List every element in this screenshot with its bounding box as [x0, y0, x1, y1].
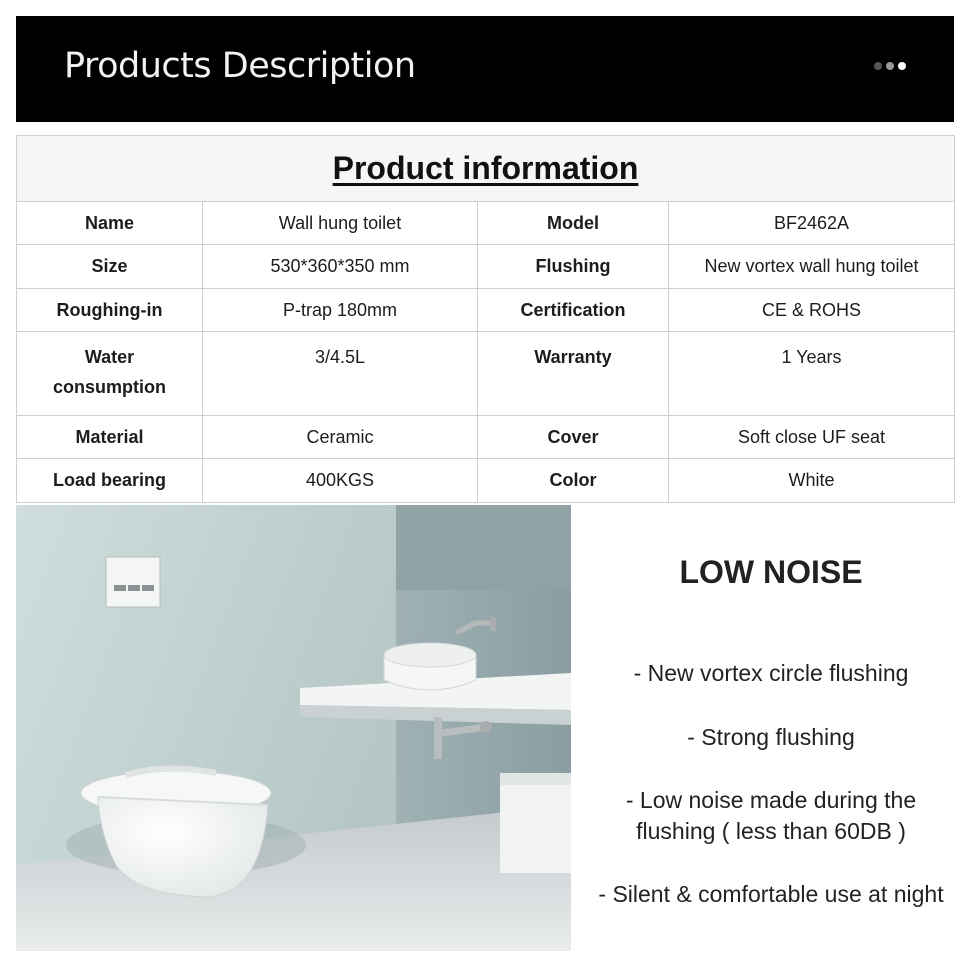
row-value: 400KGS: [202, 458, 478, 503]
row-label: Model: [477, 201, 669, 245]
row-label: Load bearing: [16, 458, 203, 503]
row-label: Name: [16, 201, 203, 245]
row-value: New vortex wall hung toilet: [667, 244, 956, 289]
products-description-banner: Products Description: [16, 16, 954, 122]
feature-item: - Silent & comfortable use at night: [598, 881, 944, 907]
product-info-table: Product information Name Wall hung toile…: [15, 135, 956, 503]
row-value: CE & ROHS: [667, 288, 956, 332]
product-info-heading: Product information: [332, 150, 639, 186]
row-label: Color: [477, 458, 669, 503]
feature-title: LOW NOISE: [679, 554, 863, 590]
row-label: Flushing: [477, 244, 669, 289]
table-row: Size 530*360*350 mm Flushing New vortex …: [16, 244, 956, 289]
row-value: 530*360*350 mm: [202, 244, 478, 289]
dot-icon: [886, 62, 894, 70]
banner-title: Products Description: [64, 46, 416, 86]
bathroom-product-photo: [16, 505, 571, 951]
row-value: BF2462A: [667, 201, 956, 245]
row-label: Size: [16, 244, 203, 289]
low-noise-feature-panel: LOW NOISE - New vortex circle flushing -…: [588, 505, 954, 951]
toilet-photo-illustration: [16, 505, 571, 951]
row-label: Warranty: [477, 331, 669, 416]
row-value: Soft close UF seat: [667, 415, 956, 459]
feature-item: - Strong flushing: [687, 724, 855, 750]
dot-icon: [874, 62, 882, 70]
feature-item: - New vortex circle flushing: [633, 660, 909, 686]
table-row: Load bearing 400KGS Color White: [16, 458, 956, 503]
feature-item: - Low noise made during the flushing ( l…: [625, 787, 917, 844]
table-row: Material Ceramic Cover Soft close UF sea…: [16, 415, 956, 459]
table-heading-cell: Product information: [15, 135, 956, 202]
row-label: Water consumption: [16, 331, 203, 416]
row-value: P-trap 180mm: [202, 288, 478, 332]
row-label: Material: [16, 415, 203, 459]
row-value: 1 Years: [667, 331, 956, 416]
table-row: Water consumption 3/4.5L Warranty 1 Year…: [16, 331, 956, 416]
row-label: Certification: [477, 288, 669, 332]
row-label: Roughing-in: [16, 288, 203, 332]
table-heading-row: Product information: [15, 135, 956, 202]
dot-icon: [898, 62, 906, 70]
row-value: 3/4.5L: [202, 331, 478, 416]
more-dots-icon[interactable]: [874, 62, 906, 70]
table-row: Name Wall hung toilet Model BF2462A: [16, 201, 956, 245]
row-value: White: [667, 458, 956, 503]
table-row: Roughing-in P-trap 180mm Certification C…: [16, 288, 956, 332]
row-value: Wall hung toilet: [202, 201, 478, 245]
row-value: Ceramic: [202, 415, 478, 459]
row-label: Cover: [477, 415, 669, 459]
